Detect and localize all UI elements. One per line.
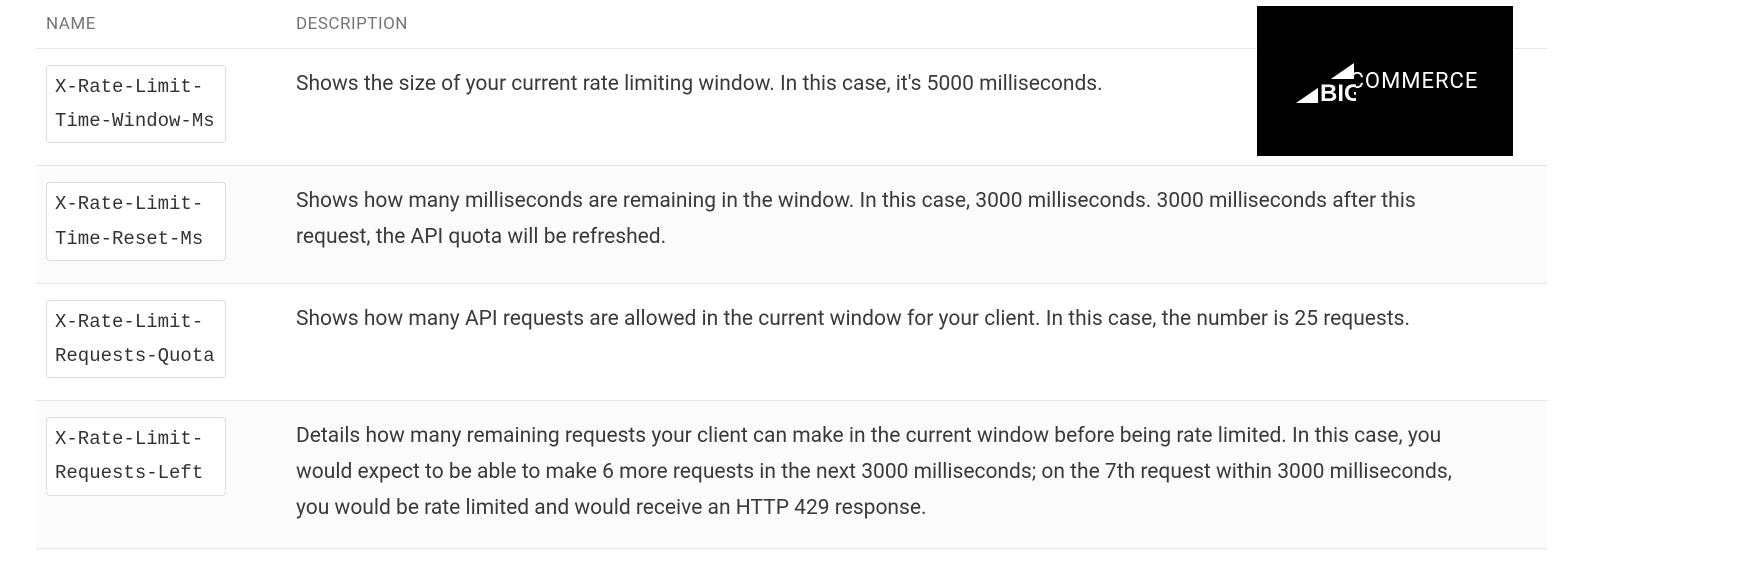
table-row: X-Rate-Limit-Requests-Left Details how m… (36, 401, 1547, 549)
header-name-code: X-Rate-Limit-Requests-Quota (46, 300, 226, 378)
header-name-code: X-Rate-Limit-Time-Window-Ms (46, 65, 226, 143)
table-row: X-Rate-Limit-Time-Reset-Ms Shows how man… (36, 166, 1547, 283)
header-name-code: X-Rate-Limit-Requests-Left (46, 417, 226, 495)
header-name-code: X-Rate-Limit-Time-Reset-Ms (46, 182, 226, 260)
bigcommerce-logo: BIG COMMERCE (1257, 6, 1513, 156)
header-description: Details how many remaining requests your… (286, 401, 1547, 549)
header-description: Shows how many API requests are allowed … (286, 283, 1547, 400)
table-row: X-Rate-Limit-Requests-Quota Shows how ma… (36, 283, 1547, 400)
header-description: Shows how many milliseconds are remainin… (286, 166, 1547, 283)
logo-triangle-icon: BIG (1292, 61, 1352, 101)
column-header-name: NAME (36, 0, 286, 49)
svg-text:BIG: BIG (1320, 80, 1356, 105)
logo-text-commerce: COMMERCE (1350, 69, 1479, 94)
